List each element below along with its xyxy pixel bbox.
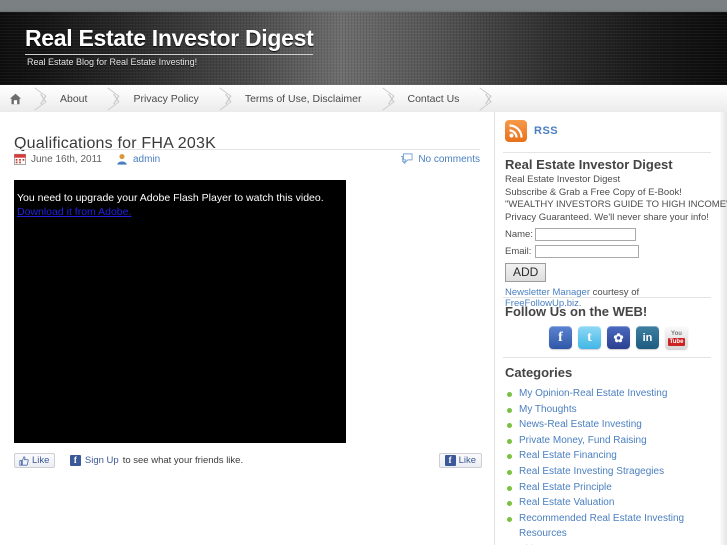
post-meta: June 16th, 2011 admin No comments [14, 153, 480, 171]
facebook-like-label-right: Like [458, 455, 476, 466]
newsletter-email-label: Email: [505, 246, 532, 257]
rss-label[interactable]: RSS [534, 125, 558, 137]
nav-separator [475, 85, 489, 112]
facebook-signup-link[interactable]: Sign Up [85, 455, 119, 466]
post-author[interactable]: admin [133, 154, 160, 165]
youtube-icon-bottom: Tube [667, 337, 686, 346]
category-item-news[interactable]: News-Real Estate Investing [505, 417, 717, 433]
category-item-my-opinion[interactable]: My Opinion-Real Estate Investing [505, 386, 717, 402]
category-item-valuation[interactable]: Real Estate Valuation [505, 495, 717, 511]
nav-home-button[interactable] [0, 85, 30, 112]
categories-widget: Categories My Opinion-Real Estate Invest… [505, 365, 717, 545]
twitter-icon[interactable]: t [578, 326, 601, 349]
thumbs-up-icon [19, 456, 29, 466]
linkedin-icon[interactable]: in [636, 326, 659, 349]
facebook-signup-block: f Sign Up to see what your friends like. [69, 455, 244, 467]
newsletter-name-row: Name: [505, 228, 717, 241]
categories-title: Categories [505, 365, 573, 380]
category-item-principle[interactable]: Real Estate Principle [505, 480, 717, 496]
facebook-like-row: Like f Sign Up to see what your friends … [14, 452, 480, 472]
category-item-my-thoughts[interactable]: My Thoughts [505, 402, 717, 418]
home-icon [9, 93, 21, 104]
nav-separator [30, 85, 44, 112]
youtube-icon[interactable]: You Tube [665, 326, 688, 349]
site-title: Real Estate Investor Digest [25, 25, 314, 55]
newsletter-line: Real Estate Investor Digest [505, 174, 621, 185]
facebook-like-button-right[interactable]: f Like [438, 453, 482, 468]
content-shell: Qualifications for FHA 203K June 16th, 2… [0, 112, 727, 545]
newsletter-submit-button[interactable]: ADD [505, 263, 547, 282]
flash-upgrade-message: You need to upgrade your Adobe Flash Pla… [17, 192, 324, 204]
category-item-private-money[interactable]: Private Money, Fund Raising [505, 433, 717, 449]
post-comments-link[interactable]: No comments [418, 154, 480, 165]
facebook-f-icon: f [444, 455, 456, 466]
post-title: Qualifications for FHA 203K [14, 134, 216, 152]
page-right-shadow [719, 112, 727, 545]
rss-widget[interactable]: RSS [505, 120, 558, 142]
newsletter-name-label: Name: [505, 229, 533, 240]
nav-separator [103, 85, 117, 112]
site-header: Real Estate Investor Digest Real Estate … [0, 12, 727, 85]
post-date: June 16th, 2011 [31, 153, 102, 165]
sidebar-divider [503, 152, 711, 153]
newsletter-widget: Real Estate Investor Digest Real Estate … [505, 157, 727, 309]
calendar-icon [14, 153, 26, 165]
user-icon [117, 154, 127, 165]
newsletter-line: "WEALTHY INVESTORS GUIDE TO HIGH INCOME" [505, 199, 727, 210]
newsletter-line: Privacy Guaranteed. We'll never share yo… [505, 211, 709, 223]
newsletter-line: Subscribe & Grab a Free Copy of E-Book! [505, 186, 682, 198]
adobe-download-link[interactable]: Download it from Adobe. [17, 206, 131, 218]
sidebar-divider [503, 357, 711, 358]
facebook-f-icon: f [69, 455, 81, 467]
category-item-recommended-resources[interactable]: Recommended Real Estate Investing Resour… [505, 511, 717, 542]
nav-item-about[interactable]: About [44, 85, 103, 112]
social-icon-row: f t ✿ in You Tube [549, 326, 717, 349]
follow-title: Follow Us on the WEB! [505, 304, 648, 319]
category-item-financing[interactable]: Real Estate Financing [505, 448, 717, 464]
page-root: Real Estate Investor Digest Real Estate … [0, 0, 727, 545]
facebook-signup-text: to see what your friends like. [122, 455, 244, 467]
nav-separator [215, 85, 229, 112]
nav-item-terms-of-use[interactable]: Terms of Use, Disclaimer [229, 85, 378, 112]
newsletter-title: Real Estate Investor Digest [505, 157, 673, 172]
newsletter-email-row: Email: [505, 245, 717, 258]
rss-icon [505, 120, 527, 142]
follow-widget: Follow Us on the WEB! f t ✿ in You Tube [505, 304, 717, 349]
video-player-placeholder[interactable]: You need to upgrade your Adobe Flash Pla… [14, 180, 346, 443]
comment-bubble-icon [401, 153, 413, 165]
site-tagline: Real Estate Blog for Real Estate Investi… [27, 57, 198, 67]
main-content-column: Qualifications for FHA 203K June 16th, 2… [0, 112, 495, 545]
facebook-like-label: Like [32, 455, 50, 467]
newsletter-email-input[interactable] [535, 245, 639, 258]
facebook-like-button[interactable]: Like [14, 453, 56, 469]
category-item-strategies[interactable]: Real Estate Investing Stragegies [505, 464, 717, 480]
nav-separator [378, 85, 392, 112]
nav-item-privacy-policy[interactable]: Privacy Policy [117, 85, 214, 112]
youtube-icon-top: You [671, 330, 682, 337]
categories-list: My Opinion-Real Estate Investing My Thou… [505, 386, 717, 545]
sidebar: RSS Real Estate Investor Digest Real Est… [495, 112, 727, 545]
sidebar-divider [503, 297, 711, 298]
newsletter-name-input[interactable] [535, 228, 636, 241]
myspace-icon[interactable]: ✿ [607, 326, 630, 349]
main-navigation: About Privacy Policy Terms of Use, Discl… [0, 85, 727, 195]
facebook-icon[interactable]: f [549, 326, 572, 349]
title-divider [14, 149, 480, 150]
nav-item-contact-us[interactable]: Contact Us [392, 85, 476, 112]
